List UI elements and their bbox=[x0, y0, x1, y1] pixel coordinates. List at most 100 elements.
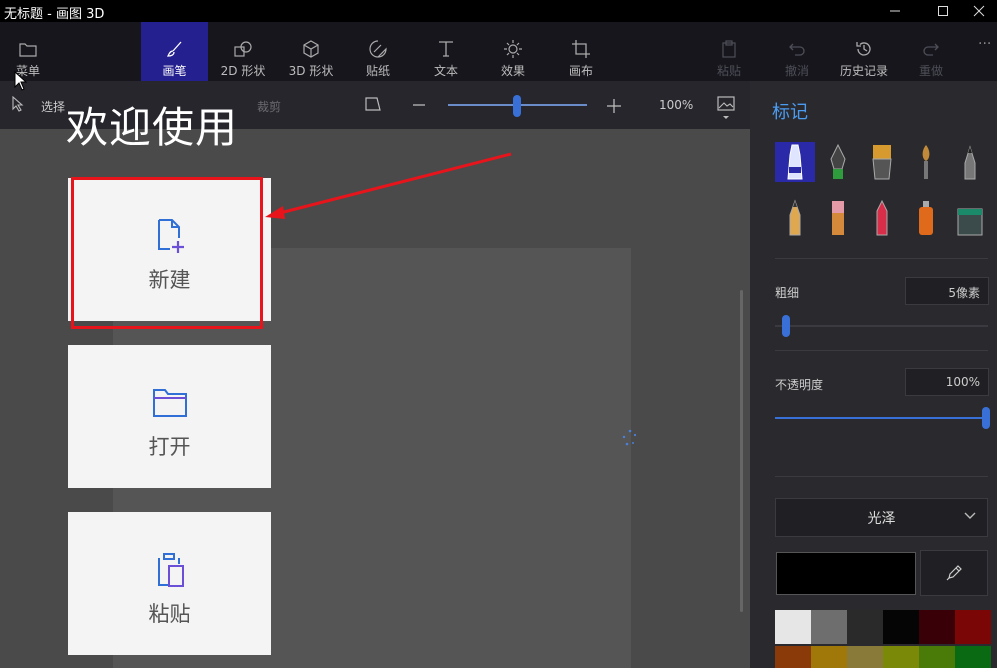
open-button[interactable]: 打开 bbox=[68, 345, 271, 488]
spray-can-brush[interactable] bbox=[906, 198, 946, 238]
zoom-out-icon[interactable] bbox=[411, 92, 427, 112]
panel-separator bbox=[775, 258, 988, 259]
mouse-cursor-icon bbox=[14, 71, 28, 91]
palette-swatch[interactable] bbox=[811, 646, 847, 668]
paste-icon bbox=[719, 39, 739, 59]
palette-swatch[interactable] bbox=[919, 646, 955, 668]
tab-brushes-label: 画笔 bbox=[162, 64, 187, 78]
palette-swatch[interactable] bbox=[847, 646, 883, 668]
maximize-icon bbox=[938, 6, 948, 16]
cube-icon bbox=[301, 39, 321, 59]
panel-title: 标记 bbox=[772, 102, 808, 123]
palette-swatch[interactable] bbox=[811, 610, 847, 644]
chevron-down-icon bbox=[963, 508, 977, 526]
palette-swatch[interactable] bbox=[919, 610, 955, 644]
image-view-icon[interactable] bbox=[717, 96, 735, 124]
main-toolbar: 菜单 画笔 2D 形状 3D 形状 贴纸 文本 效果 画布 粘贴 撤消 历史记录… bbox=[0, 22, 997, 81]
open-label: 打开 bbox=[148, 435, 191, 459]
calligraphy-pen-icon bbox=[830, 143, 846, 179]
maximize-button[interactable] bbox=[925, 0, 961, 22]
marker-icon bbox=[787, 144, 803, 180]
tab-brushes[interactable]: 画笔 bbox=[141, 22, 208, 81]
pixel-pen-brush[interactable] bbox=[950, 142, 990, 182]
zoom-level: 100% bbox=[659, 98, 694, 112]
select-icon[interactable] bbox=[11, 95, 25, 116]
pixel-pen-icon bbox=[964, 145, 976, 180]
opacity-slider-track[interactable] bbox=[775, 417, 988, 419]
thickness-label: 粗细 bbox=[775, 286, 800, 300]
watercolor-brush-icon bbox=[922, 145, 930, 179]
zoom-in-icon[interactable] bbox=[606, 98, 622, 118]
select-button[interactable]: 选择 bbox=[41, 98, 65, 115]
tab-text-label: 文本 bbox=[433, 64, 458, 78]
current-color-swatch[interactable] bbox=[776, 552, 916, 595]
text-icon bbox=[436, 39, 456, 59]
eraser-brush[interactable] bbox=[818, 198, 858, 238]
brush-icon bbox=[165, 39, 185, 59]
eyedropper-button[interactable] bbox=[920, 550, 988, 596]
palette-swatch[interactable] bbox=[775, 646, 811, 668]
close-button[interactable] bbox=[961, 0, 997, 22]
tab-effects-label: 效果 bbox=[500, 64, 525, 78]
palette-swatch[interactable] bbox=[955, 610, 991, 644]
history-icon bbox=[854, 39, 874, 59]
finish-dropdown[interactable]: 光泽 bbox=[775, 498, 988, 537]
vertical-scrollbar[interactable] bbox=[740, 290, 743, 612]
fill-bucket-brush[interactable] bbox=[950, 198, 990, 238]
zoom-slider-thumb[interactable] bbox=[513, 95, 521, 117]
crayon-brush[interactable] bbox=[862, 198, 902, 238]
tab-3d-shapes-label: 3D 形状 bbox=[288, 64, 334, 78]
fill-bucket-icon bbox=[957, 208, 983, 236]
pencil-icon bbox=[789, 199, 801, 236]
marker-brush[interactable] bbox=[775, 142, 815, 182]
tab-text[interactable]: 文本 bbox=[418, 22, 474, 81]
sun-icon bbox=[503, 39, 523, 59]
paste-card-button[interactable]: 粘贴 bbox=[68, 512, 271, 655]
palette-swatch[interactable] bbox=[775, 610, 811, 644]
undo-icon bbox=[787, 39, 807, 59]
tab-stickers[interactable]: 贴纸 bbox=[350, 22, 406, 81]
sticker-icon bbox=[368, 39, 388, 59]
tab-3d-shapes[interactable]: 3D 形状 bbox=[278, 22, 344, 81]
opacity-slider-thumb[interactable] bbox=[982, 407, 990, 429]
palette-swatch[interactable] bbox=[847, 610, 883, 644]
paste-button[interactable]: 粘贴 bbox=[708, 22, 750, 81]
close-icon bbox=[973, 5, 985, 17]
loading-spinner-icon bbox=[622, 429, 637, 446]
palette-swatch[interactable] bbox=[883, 646, 919, 668]
undo-button[interactable]: 撤消 bbox=[776, 22, 818, 81]
calligraphy-pen-brush[interactable] bbox=[818, 142, 858, 182]
tab-2d-shapes[interactable]: 2D 形状 bbox=[208, 22, 278, 81]
opacity-input[interactable]: 100% bbox=[905, 368, 989, 396]
shapes-2d-icon bbox=[233, 39, 253, 59]
minimize-button[interactable] bbox=[877, 0, 913, 22]
palette-swatch[interactable] bbox=[955, 646, 991, 668]
eraser-icon bbox=[832, 201, 844, 235]
history-label: 历史记录 bbox=[839, 64, 888, 78]
welcome-title: 欢迎使用 bbox=[66, 103, 239, 152]
redo-label: 重做 bbox=[918, 64, 943, 78]
pencil-brush[interactable] bbox=[775, 198, 815, 238]
folder-icon bbox=[18, 39, 38, 59]
palette-swatch[interactable] bbox=[883, 610, 919, 644]
more-icon[interactable]: ··· bbox=[978, 36, 991, 52]
oil-brush[interactable] bbox=[862, 142, 902, 182]
tab-2d-shapes-label: 2D 形状 bbox=[220, 64, 266, 78]
paste-label: 粘贴 bbox=[716, 64, 741, 78]
crop-icon bbox=[571, 39, 591, 59]
history-button[interactable]: 历史记录 bbox=[835, 22, 893, 81]
thickness-slider-track[interactable] bbox=[775, 325, 988, 327]
crop-button[interactable]: 裁剪 bbox=[257, 98, 281, 115]
opacity-label: 不透明度 bbox=[775, 378, 824, 392]
tab-stickers-label: 贴纸 bbox=[365, 64, 390, 78]
thickness-input[interactable]: 5像素 bbox=[905, 277, 989, 305]
tab-effects[interactable]: 效果 bbox=[485, 22, 541, 81]
3d-view-icon[interactable] bbox=[364, 95, 382, 117]
panel-separator bbox=[775, 476, 988, 477]
minimize-icon bbox=[890, 10, 900, 12]
tab-canvas[interactable]: 画布 bbox=[553, 22, 609, 81]
thickness-slider-thumb[interactable] bbox=[782, 315, 790, 337]
watercolor-brush[interactable] bbox=[906, 142, 946, 182]
redo-icon bbox=[921, 39, 941, 59]
redo-button[interactable]: 重做 bbox=[910, 22, 952, 81]
